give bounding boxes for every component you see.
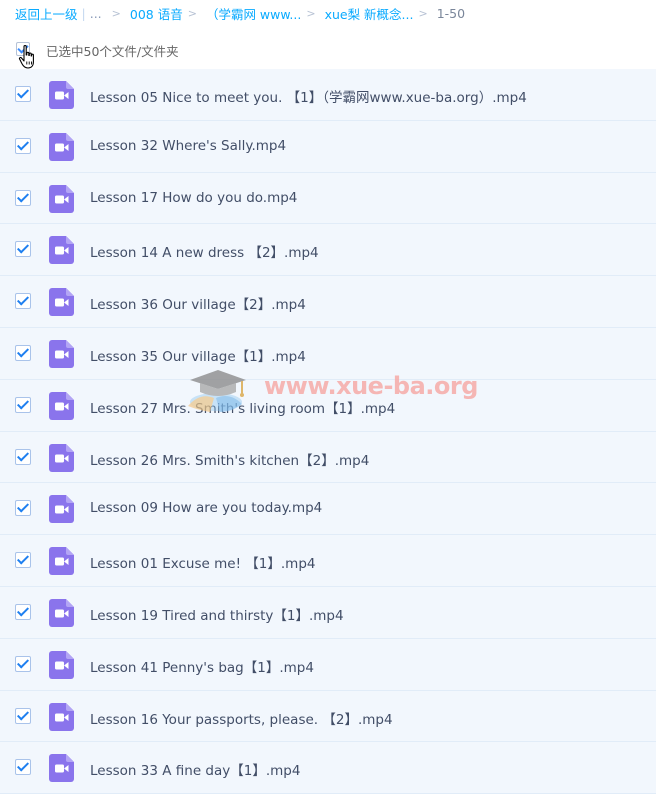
file-name[interactable]: Lesson 05 Nice to meet you. 【1】（学霸网www.x… (90, 86, 527, 106)
chevron-right-icon: > (306, 6, 316, 20)
file-row[interactable]: Lesson 17 How do you do.mp4 (0, 172, 656, 225)
row-checkbox[interactable] (15, 707, 31, 724)
file-name[interactable]: Lesson 35 Our village【1】.mp4 (90, 345, 306, 365)
file-row[interactable]: Lesson 36 Our village【2】.mp4 (0, 276, 656, 328)
video-file-icon (49, 339, 74, 368)
file-row[interactable]: Lesson 35 Our village【1】.mp4 (0, 327, 656, 380)
video-file-icon (49, 236, 74, 265)
row-checkbox[interactable] (15, 344, 31, 361)
file-name[interactable]: Lesson 09 How are you today.mp4 (90, 500, 322, 516)
video-file-icon (49, 547, 74, 576)
video-file-icon (49, 650, 74, 679)
breadcrumb-item[interactable]: xue梨 新概念... (325, 4, 414, 23)
file-name[interactable]: Lesson 17 How do you do.mp4 (90, 190, 297, 206)
video-file-icon (49, 132, 74, 161)
row-checkbox[interactable] (15, 137, 31, 154)
file-row[interactable]: Lesson 01 Excuse me! 【1】.mp4 (0, 535, 656, 587)
breadcrumb-current: 1-50 (436, 5, 466, 21)
row-checkbox[interactable] (15, 500, 31, 517)
row-checkbox[interactable] (15, 759, 31, 776)
file-name[interactable]: Lesson 19 Tired and thirsty【1】.mp4 (90, 604, 344, 624)
chevron-right-icon: > (187, 6, 197, 20)
file-name[interactable]: Lesson 32 Where's Sally.mp4 (90, 138, 286, 154)
row-checkbox[interactable] (15, 552, 31, 569)
file-row[interactable]: Lesson 33 A fine day【1】.mp4 (0, 742, 656, 794)
file-row[interactable]: Lesson 19 Tired and thirsty【1】.mp4 (0, 586, 656, 639)
row-checkbox[interactable] (15, 448, 31, 465)
file-row[interactable]: Lesson 16 Your passports, please. 【2】.mp… (0, 690, 656, 743)
row-checkbox[interactable] (15, 655, 31, 672)
video-file-icon (49, 288, 74, 317)
row-checkbox[interactable] (15, 241, 31, 258)
file-name[interactable]: Lesson 27 Mrs. Smith's living room【1】.mp… (90, 397, 395, 417)
file-row[interactable]: Lesson 14 A new dress 【2】.mp4 (0, 224, 656, 277)
video-file-icon (49, 81, 74, 109)
file-row[interactable]: Lesson 05 Nice to meet you. 【1】（学霸网www.x… (0, 69, 656, 121)
video-file-icon (49, 702, 74, 731)
row-checkbox[interactable] (15, 293, 31, 310)
row-checkbox[interactable] (15, 86, 31, 102)
video-file-icon (49, 598, 74, 627)
row-checkbox[interactable] (15, 189, 31, 206)
file-name[interactable]: Lesson 26 Mrs. Smith's kitchen【2】.mp4 (90, 449, 369, 469)
file-name[interactable]: Lesson 14 A new dress 【2】.mp4 (90, 241, 319, 261)
file-name[interactable]: Lesson 16 Your passports, please. 【2】.mp… (90, 708, 393, 728)
file-name[interactable]: Lesson 41 Penny's bag【1】.mp4 (90, 656, 314, 676)
breadcrumb-item[interactable]: （学霸网 www... (206, 4, 301, 23)
selection-bar: 已选中50个文件/文件夹 (0, 34, 656, 64)
chevron-right-icon: > (111, 6, 121, 20)
row-checkbox[interactable] (15, 603, 31, 620)
video-file-icon (49, 184, 74, 213)
breadcrumb: 返回上一级 | ... > 008 语音 > （学霸网 www... > xue… (0, 0, 656, 26)
file-name[interactable]: Lesson 36 Our village【2】.mp4 (90, 293, 306, 313)
file-row[interactable]: Lesson 32 Where's Sally.mp4 (0, 120, 656, 173)
file-row[interactable]: Lesson 27 Mrs. Smith's living room【1】.mp… (0, 379, 656, 432)
video-file-icon (49, 754, 74, 783)
breadcrumb-back-link[interactable]: 返回上一级 (15, 4, 78, 23)
video-file-icon (49, 495, 74, 524)
file-list: Lesson 05 Nice to meet you. 【1】（学霸网www.x… (0, 69, 656, 794)
video-file-icon (49, 391, 74, 420)
file-row[interactable]: Lesson 09 How are you today.mp4 (0, 483, 656, 536)
video-file-icon (49, 443, 74, 472)
file-row[interactable]: Lesson 26 Mrs. Smith's kitchen【2】.mp4 (0, 431, 656, 484)
breadcrumb-item[interactable]: 008 语音 (130, 4, 183, 23)
row-checkbox[interactable] (15, 396, 31, 413)
file-name[interactable]: Lesson 01 Excuse me! 【1】.mp4 (90, 552, 315, 572)
file-name[interactable]: Lesson 33 A fine day【1】.mp4 (90, 759, 300, 779)
selection-count-label: 已选中50个文件/文件夹 (46, 44, 179, 59)
breadcrumb-ellipsis[interactable]: ... (90, 6, 102, 21)
file-row[interactable]: Lesson 41 Penny's bag【1】.mp4 (0, 638, 656, 691)
breadcrumb-divider: | (81, 5, 86, 21)
chevron-right-icon: > (418, 6, 428, 20)
hand-cursor-icon (18, 44, 34, 69)
